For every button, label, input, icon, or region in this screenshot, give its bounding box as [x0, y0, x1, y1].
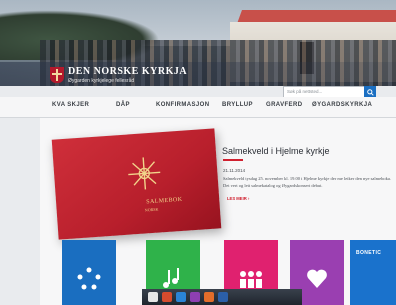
book-subtitle: NORSK [144, 206, 159, 213]
article-title[interactable]: Salmekveld i Hjelme kyrkje [222, 146, 330, 156]
nav-item-konfirmasjon[interactable]: KONFIRMASJON [156, 102, 209, 108]
nav-item-bryllup[interactable]: BRYLLUP [222, 102, 253, 108]
tile-bonetic-label: BONETIC [356, 250, 382, 256]
taskbar [142, 289, 302, 305]
taskbar-indesign-icon[interactable] [190, 292, 200, 302]
article-date: 21.11.2014 [223, 168, 246, 173]
tile-bonetic[interactable]: BONETIC [350, 240, 396, 305]
cross-emblem-icon [128, 157, 161, 190]
salmebok-image[interactable]: NORSK SALMEBOK [51, 128, 222, 240]
logo-title: DEN NORSKE KYRKJA [68, 66, 188, 77]
search-icon [366, 88, 374, 96]
church-shield-icon [50, 67, 64, 83]
tile-blue[interactable] [62, 240, 116, 305]
nav-item-dap[interactable]: DÅP [116, 102, 130, 108]
taskbar-app-icon[interactable] [162, 292, 172, 302]
taskbar-photoshop-icon[interactable] [218, 292, 228, 302]
people-circle-icon [77, 267, 101, 290]
nav-item-oygardskyrkja[interactable]: ØYGARDSKYRKJA [312, 102, 372, 108]
taskbar-browser-icon[interactable] [176, 292, 186, 302]
logo-subtitle: Øygarden kyrkjelege fellesråd [68, 78, 135, 84]
nav-item-kva-skjer[interactable]: KVA SKJER [52, 102, 89, 108]
heart-icon [307, 269, 327, 288]
site-logo[interactable]: DEN NORSKE KYRKJA Øygarden kyrkjelege fe… [50, 66, 187, 84]
article-body: Salmekveld tysdag 25. november kl. 19.00… [223, 176, 391, 188]
main-nav: KVA SKJER DÅP KONFIRMASJON BRYLLUP GRAVF… [0, 97, 396, 118]
taskbar-illustrator-icon[interactable] [204, 292, 214, 302]
chevron-right-icon: › [247, 196, 250, 201]
taskbar-explorer-icon[interactable] [148, 292, 158, 302]
read-more-label: LES MEIR [227, 196, 247, 201]
read-more-link[interactable]: LES MEIR › [227, 196, 249, 201]
book-title: SALMEBOK [146, 196, 183, 206]
title-divider [223, 159, 243, 161]
nav-item-gravferd[interactable]: GRAVFERD [266, 102, 302, 108]
browser-screen: DEN NORSKE KYRKJA Øygarden kyrkjelege fe… [0, 0, 396, 305]
